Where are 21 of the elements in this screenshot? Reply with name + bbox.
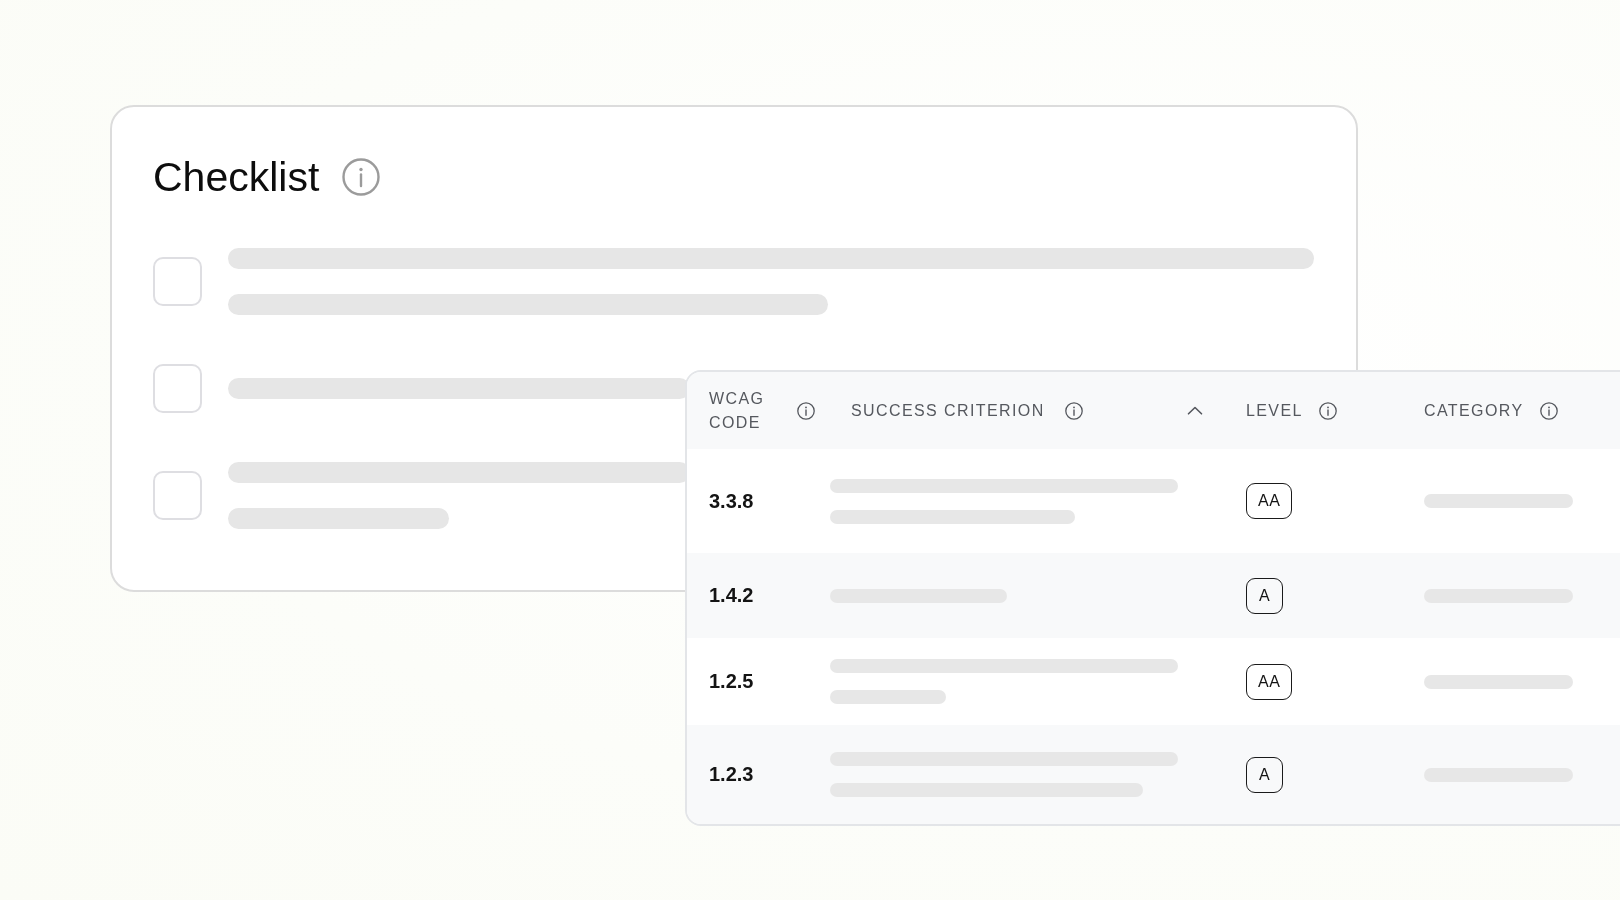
info-icon[interactable] bbox=[1539, 401, 1558, 420]
wcag-code: 1.2.5 bbox=[709, 670, 754, 693]
wcag-code: 3.3.8 bbox=[709, 489, 754, 513]
info-icon[interactable] bbox=[1064, 401, 1083, 420]
wcag-code: 1.4.2 bbox=[709, 584, 754, 607]
level-badge: AA bbox=[1246, 483, 1293, 519]
chevron-up-icon[interactable] bbox=[1187, 406, 1203, 415]
checklist-title: Checklist bbox=[153, 153, 320, 201]
level-badge: AA bbox=[1246, 663, 1293, 700]
column-header: SUCCESS CRITERION bbox=[851, 400, 1045, 421]
wcag-code: 1.2.3 bbox=[709, 763, 754, 786]
column-header: WCAG CODE bbox=[709, 388, 766, 433]
checkbox[interactable] bbox=[153, 471, 202, 520]
checkbox[interactable] bbox=[153, 257, 202, 306]
info-icon[interactable] bbox=[1318, 401, 1337, 420]
checkbox[interactable] bbox=[153, 364, 202, 413]
column-header: LEVEL bbox=[1246, 400, 1303, 421]
info-icon[interactable] bbox=[797, 401, 815, 420]
column-header: CATEGORY bbox=[1424, 400, 1524, 421]
level-badge: A bbox=[1246, 756, 1283, 793]
level-badge: A bbox=[1246, 577, 1283, 614]
